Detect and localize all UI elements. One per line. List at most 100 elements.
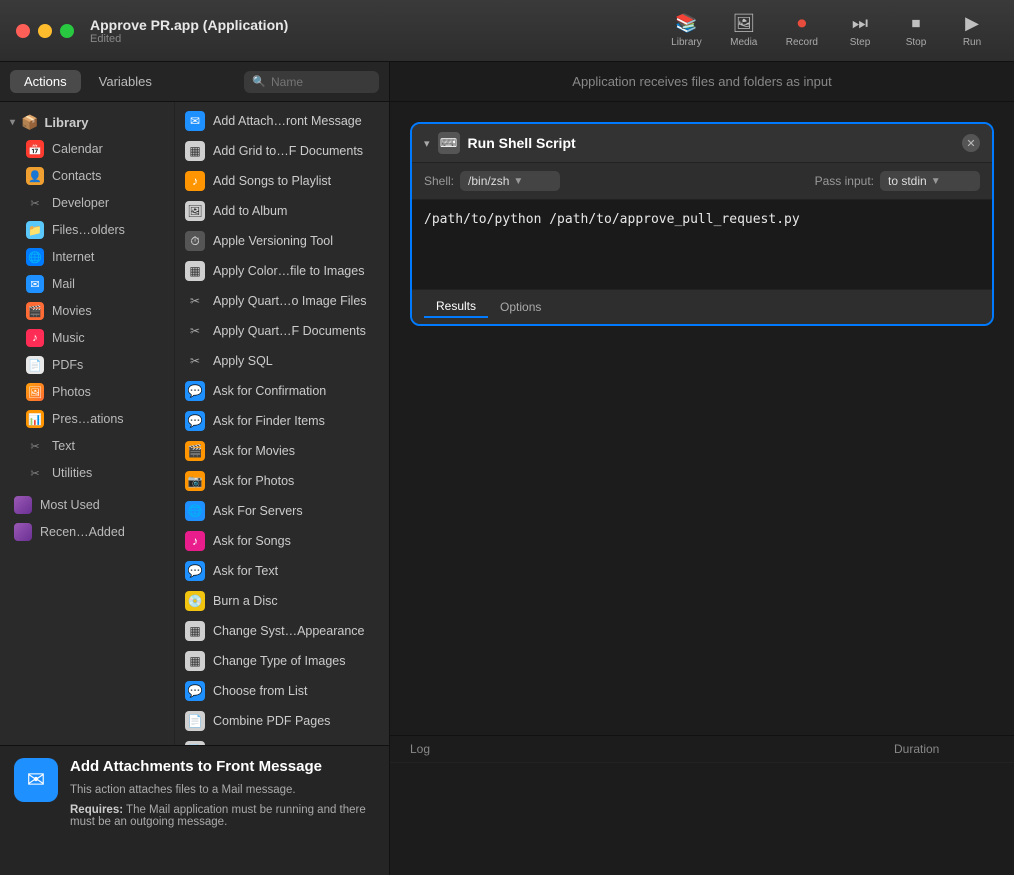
minimize-button[interactable] xyxy=(38,24,52,38)
add-attachment-icon: ✉ xyxy=(185,111,205,131)
card-close-button[interactable]: ✕ xyxy=(962,134,980,152)
sidebar-files-label: Files…olders xyxy=(52,223,125,237)
tab-variables[interactable]: Variables xyxy=(85,70,166,93)
sidebar-item-pdfs[interactable]: 📄 PDFs xyxy=(4,352,170,378)
add-album-icon: 🖼 xyxy=(185,201,205,221)
library-label: Library xyxy=(671,37,702,48)
card-controls: Shell: /bin/zsh ▼ Pass input: to stdin ▼ xyxy=(412,163,992,200)
library-section: ▾ 📦 Library 📅 Calendar 👤 Contacts ✂ xyxy=(0,106,174,491)
action-apple-versioning[interactable]: ⏱ Apple Versioning Tool xyxy=(175,226,389,256)
sidebar-item-calendar[interactable]: 📅 Calendar xyxy=(4,136,170,162)
step-button[interactable]: ⏭ Step xyxy=(834,7,886,54)
preview-text: Add Attachments to Front Message This ac… xyxy=(70,758,375,828)
action-ask-finder[interactable]: 💬 Ask for Finder Items xyxy=(175,406,389,436)
card-footer: Results Options xyxy=(412,289,992,324)
media-button[interactable]: 🖼 Media xyxy=(718,7,770,54)
text-icon: ✂ xyxy=(26,437,44,455)
sidebar-item-contacts[interactable]: 👤 Contacts xyxy=(4,163,170,189)
stop-button[interactable]: ⏹ Stop xyxy=(890,7,942,54)
sidebar-item-utilities[interactable]: ✂ Utilities xyxy=(4,460,170,486)
action-add-attachment[interactable]: ✉ Add Attach…ront Message xyxy=(175,106,389,136)
action-combine-text[interactable]: 📄 Combine Text Files xyxy=(175,736,389,745)
sidebar-item-most-used[interactable]: Most Used xyxy=(4,492,170,518)
action-combine-pdf[interactable]: 📄 Combine PDF Pages xyxy=(175,706,389,736)
run-button[interactable]: ▶ Run xyxy=(946,7,998,54)
sidebar-item-internet[interactable]: 🌐 Internet xyxy=(4,244,170,270)
log-rows xyxy=(390,763,1014,799)
action-apply-quartz-doc-label: Apply Quart…F Documents xyxy=(213,324,366,338)
action-ask-songs[interactable]: ♪ Ask for Songs xyxy=(175,526,389,556)
tab-actions[interactable]: Actions xyxy=(10,70,81,93)
search-input[interactable] xyxy=(271,75,371,89)
action-apply-quartz-doc[interactable]: ✂ Apply Quart…F Documents xyxy=(175,316,389,346)
sidebar-item-developer[interactable]: ✂ Developer xyxy=(4,190,170,216)
shell-select[interactable]: /bin/zsh ▼ xyxy=(460,171,560,191)
app-info-text: Application receives files and folders a… xyxy=(572,74,831,89)
action-change-syst[interactable]: ▦ Change Syst…Appearance xyxy=(175,616,389,646)
sidebar-item-files[interactable]: 📁 Files…olders xyxy=(4,217,170,243)
action-ask-servers[interactable]: 🌐 Ask For Servers xyxy=(175,496,389,526)
calendar-icon: 📅 xyxy=(26,140,44,158)
sidebar-mail-label: Mail xyxy=(52,277,75,291)
sidebar-item-text[interactable]: ✂ Text xyxy=(4,433,170,459)
ask-text-icon: 💬 xyxy=(185,561,205,581)
action-apply-sql[interactable]: ✂ Apply SQL xyxy=(175,346,389,376)
action-apply-quartz-image-label: Apply Quart…o Image Files xyxy=(213,294,367,308)
action-add-album[interactable]: 🖼 Add to Album xyxy=(175,196,389,226)
code-editor[interactable] xyxy=(412,200,992,284)
library-header-icon: 📦 xyxy=(21,114,38,131)
card-chevron-icon[interactable]: ▾ xyxy=(424,137,430,150)
sidebar-item-presentations[interactable]: 📊 Pres…ations xyxy=(4,406,170,432)
action-apply-quartz-image[interactable]: ✂ Apply Quart…o Image Files xyxy=(175,286,389,316)
main-layout: Actions Variables 🔍 ▾ 📦 Library xyxy=(0,62,1014,875)
action-ask-text[interactable]: 💬 Ask for Text xyxy=(175,556,389,586)
sidebar-item-music[interactable]: ♪ Music xyxy=(4,325,170,351)
record-button[interactable]: ⏺ Record xyxy=(774,7,830,54)
ask-finder-icon: 💬 xyxy=(185,411,205,431)
action-ask-photos-label: Ask for Photos xyxy=(213,474,294,488)
workflow-area: ▾ ⌨ Run Shell Script ✕ Shell: /bin/zsh ▼ xyxy=(390,102,1014,735)
sidebar-calendar-label: Calendar xyxy=(52,142,103,156)
action-change-type[interactable]: ▦ Change Type of Images xyxy=(175,646,389,676)
title-bar: Approve PR.app (Application) Edited 📚 Li… xyxy=(0,0,1014,62)
action-ask-movies[interactable]: 🎬 Ask for Movies xyxy=(175,436,389,466)
change-syst-icon: ▦ xyxy=(185,621,205,641)
sidebar-item-recently-added[interactable]: Recen…Added xyxy=(4,519,170,545)
right-panel: Application receives files and folders a… xyxy=(390,62,1014,875)
action-add-songs-label: Add Songs to Playlist xyxy=(213,174,331,188)
action-choose-list-label: Choose from List xyxy=(213,684,307,698)
library-button[interactable]: 📚 Library xyxy=(659,7,714,54)
maximize-button[interactable] xyxy=(60,24,74,38)
app-info-bar: Application receives files and folders a… xyxy=(390,62,1014,102)
results-tab[interactable]: Results xyxy=(424,296,488,318)
sidebar-item-photos[interactable]: 🖼 Photos xyxy=(4,379,170,405)
change-type-icon: ▦ xyxy=(185,651,205,671)
sidebar-item-movies[interactable]: 🎬 Movies xyxy=(4,298,170,324)
close-button[interactable] xyxy=(16,24,30,38)
action-ask-photos[interactable]: 📷 Ask for Photos xyxy=(175,466,389,496)
options-tab[interactable]: Options xyxy=(488,297,553,317)
pass-input-select[interactable]: to stdin ▼ xyxy=(880,171,980,191)
apply-color-icon: ▦ xyxy=(185,261,205,281)
photos-icon: 🖼 xyxy=(26,383,44,401)
action-ask-confirmation[interactable]: 💬 Ask for Confirmation xyxy=(175,376,389,406)
run-icon: ▶ xyxy=(965,13,979,34)
library-header[interactable]: ▾ 📦 Library xyxy=(0,110,174,135)
record-icon: ⏺ xyxy=(797,13,806,34)
sidebar-movies-label: Movies xyxy=(52,304,92,318)
combine-pdf-icon: 📄 xyxy=(185,711,205,731)
sidebar-photos-label: Photos xyxy=(52,385,91,399)
shell-control-group: Shell: /bin/zsh ▼ xyxy=(424,171,560,191)
pass-input-label: Pass input: xyxy=(815,174,874,188)
internet-icon: 🌐 xyxy=(26,248,44,266)
pass-input-control-group: Pass input: to stdin ▼ xyxy=(815,171,980,191)
log-row xyxy=(390,769,1014,777)
action-add-grid[interactable]: ▦ Add Grid to…F Documents xyxy=(175,136,389,166)
action-ask-movies-label: Ask for Movies xyxy=(213,444,295,458)
action-choose-list[interactable]: 💬 Choose from List xyxy=(175,676,389,706)
action-burn-disc[interactable]: 💿 Burn a Disc xyxy=(175,586,389,616)
action-apply-color[interactable]: ▦ Apply Color…file to Images xyxy=(175,256,389,286)
action-add-songs[interactable]: ♪ Add Songs to Playlist xyxy=(175,166,389,196)
preview-requires: Requires: The Mail application must be r… xyxy=(70,804,375,828)
sidebar-item-mail[interactable]: ✉ Mail xyxy=(4,271,170,297)
